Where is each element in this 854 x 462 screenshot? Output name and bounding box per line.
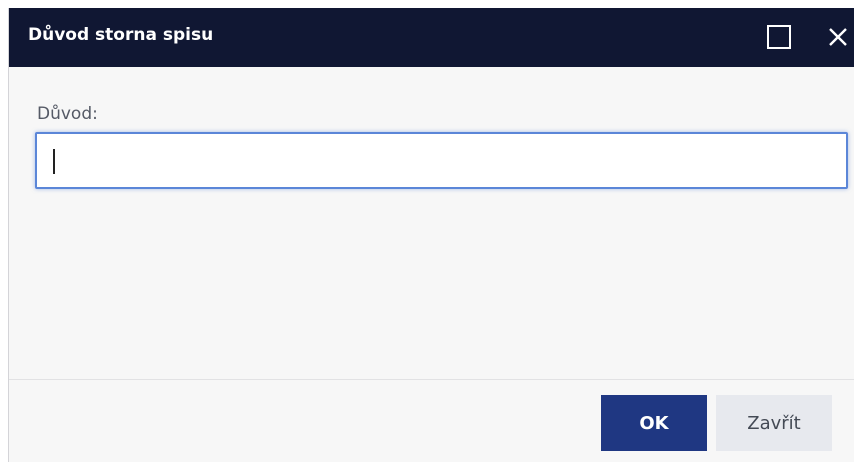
storno-reason-dialog: Důvod storna spisu Důvod: OK Zavřít [8,8,854,462]
footer-divider [9,379,854,380]
dialog-titlebar: Důvod storna spisu [9,8,854,67]
dialog-title: Důvod storna spisu [28,25,214,45]
maximize-icon[interactable] [767,25,791,49]
text-caret [53,149,55,174]
close-button[interactable]: Zavřít [716,395,832,451]
reason-label: Důvod: [37,104,98,124]
ok-button[interactable]: OK [601,395,707,451]
reason-input[interactable] [35,132,848,189]
close-icon[interactable] [825,24,851,50]
